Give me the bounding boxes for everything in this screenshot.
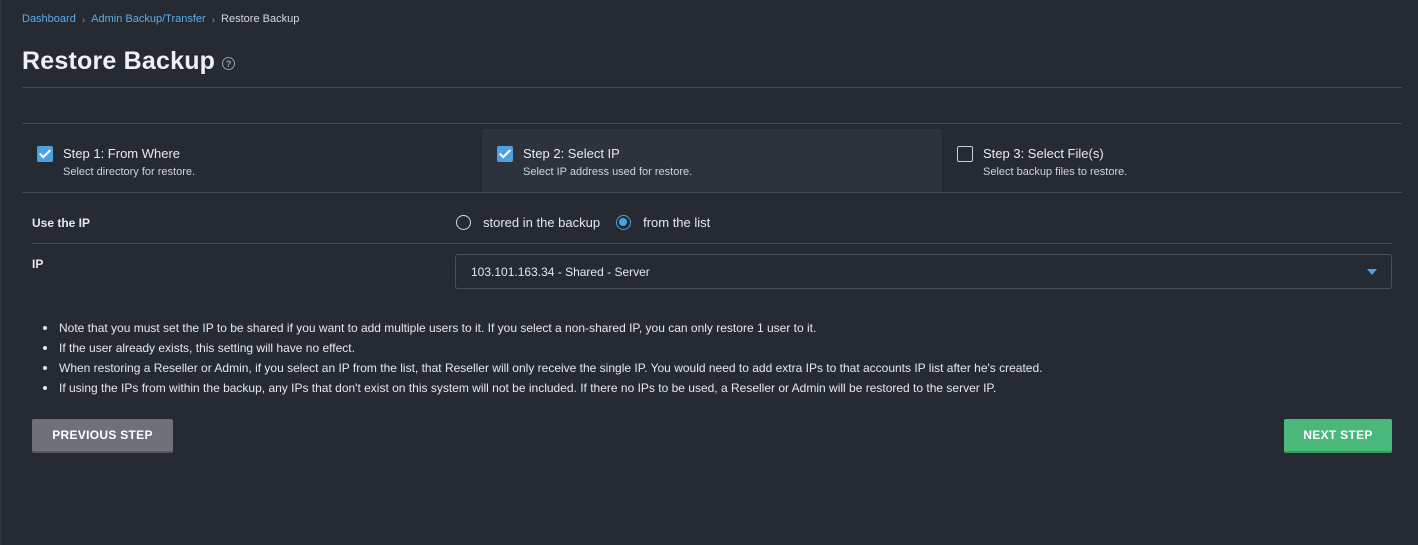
wizard-steps: Step 1: From Where Select directory for … [22,124,1402,193]
caret-down-icon [1367,269,1377,275]
step-from-where[interactable]: Step 1: From Where Select directory for … [22,129,482,193]
chevron-right-icon: › [81,14,86,26]
radio-from-list[interactable] [616,215,632,230]
radio-stored-in-backup[interactable] [456,215,471,230]
ip-select[interactable]: 103.101.163.34 - Shared - Server [455,254,1392,289]
breadcrumb-current: Restore Backup [221,13,300,25]
step-3-checkbox[interactable] [957,146,973,162]
radio-stored-in-backup-label[interactable]: stored in the backup [483,215,600,230]
step-1-title: Step 1: From Where [63,146,181,161]
page-title: Restore Backup [22,47,216,75]
next-step-button[interactable]: NEXT STEP [1284,419,1392,453]
radio-from-list-label[interactable]: from the list [643,215,710,230]
list-item: When restoring a Reseller or Admin, if y… [42,360,1042,380]
step-2-title: Step 2: Select IP [523,146,620,161]
step-3-subtitle: Select backup files to restore. [983,166,1128,178]
notes-list: Note that you must set the IP to be shar… [42,320,1042,400]
breadcrumb: Dashboard › Admin Backup/Transfer › Rest… [22,13,300,26]
title-divider [22,87,1402,88]
step-select-ip[interactable]: Step 2: Select IP Select IP address used… [482,129,942,193]
list-item: If the user already exists, this setting… [42,340,1042,360]
chevron-right-icon: › [211,14,216,26]
step-select-files[interactable]: Step 3: Select File(s) Select backup fil… [942,129,1402,193]
steps-bottom-divider [22,192,1402,193]
breadcrumb-admin-backup-link[interactable]: Admin Backup/Transfer [91,13,206,25]
use-ip-radio-group: stored in the backup from the list [456,215,726,230]
step-3-title: Step 3: Select File(s) [983,146,1104,161]
ip-select-value: 103.101.163.34 - Shared - Server [471,264,650,279]
step-2-checkbox[interactable] [497,146,513,162]
previous-step-button[interactable]: PREVIOUS STEP [32,419,173,453]
breadcrumb-dashboard-link[interactable]: Dashboard [22,13,76,25]
list-item: Note that you must set the IP to be shar… [42,320,1042,340]
step-2-subtitle: Select IP address used for restore. [523,166,693,178]
step-1-checkbox[interactable] [37,146,53,162]
use-ip-label: Use the IP [32,216,91,230]
page-left-edge [0,0,2,545]
form-row-divider [32,243,1392,244]
ip-label: IP [32,257,44,271]
page-header: Restore Backup ? [22,47,236,76]
question-circle-icon[interactable]: ? [222,57,236,70]
list-item: If using the IPs from within the backup,… [42,380,1042,400]
step-1-subtitle: Select directory for restore. [63,166,196,178]
